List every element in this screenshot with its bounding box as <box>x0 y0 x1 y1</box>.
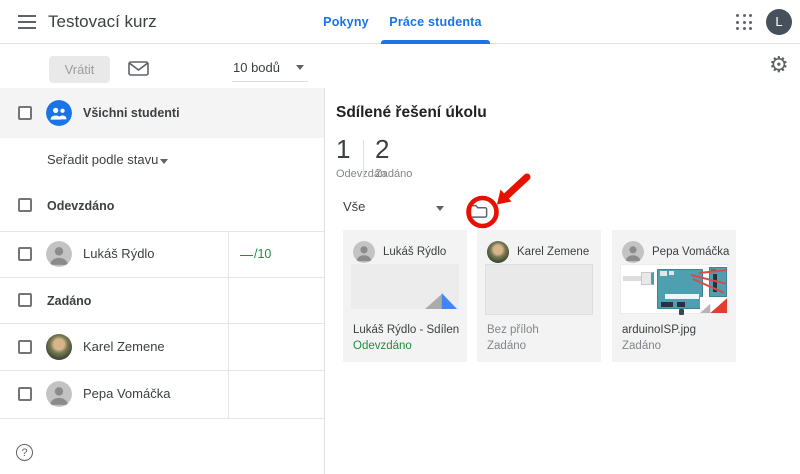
red-annotation-group <box>450 164 550 234</box>
all-students-checkbox[interactable] <box>18 106 32 120</box>
students-sidebar: Všichni studenti Seřadit podle stavu Ode… <box>0 88 325 474</box>
section-odevzdano-checkbox[interactable] <box>18 198 32 212</box>
student-name: Lukáš Rýdlo <box>83 231 155 277</box>
people-icon <box>46 100 72 126</box>
active-tab-indicator <box>381 40 490 44</box>
attachment-title: Bez příloh <box>487 324 593 336</box>
person-avatar-icon <box>46 381 72 407</box>
attachment-thumbnail[interactable] <box>620 264 728 314</box>
avatar <box>487 241 509 263</box>
attachment-title[interactable]: Lukáš Rýdlo - Sdílené … <box>353 324 459 336</box>
status-badge: Zadáno <box>487 340 526 352</box>
email-icon[interactable] <box>128 61 149 76</box>
filter-dropdown[interactable]: Vše <box>343 199 365 214</box>
student-name: Karel Zemene <box>83 323 165 370</box>
chevron-down-icon[interactable] <box>160 159 168 164</box>
section-header-zadano: Zadáno <box>47 294 91 308</box>
red-arrow-annotation <box>507 177 527 196</box>
folder-icon[interactable] <box>467 201 491 222</box>
person-avatar-icon <box>353 241 375 263</box>
student-checkbox[interactable] <box>18 387 32 401</box>
page-title: Sdílené řešení úkolu <box>336 104 487 122</box>
avatar <box>46 334 72 360</box>
tab-pokyny[interactable]: Pokyny <box>310 0 382 44</box>
return-button[interactable]: Vrátit <box>49 56 110 83</box>
gear-icon[interactable]: ⚙ <box>769 55 789 77</box>
attachment-thumbnail[interactable] <box>351 264 459 309</box>
tab-prace-studenta[interactable]: Práce studenta <box>381 0 490 44</box>
divider <box>0 418 324 419</box>
status-badge: Odevzdáno <box>353 340 412 352</box>
menu-icon[interactable] <box>18 15 36 29</box>
section-header-odevzdano: Odevzdáno <box>47 199 114 213</box>
points-dropdown[interactable]: 10 bodů <box>233 60 280 75</box>
card-student-name: Karel Zemene <box>517 246 589 258</box>
points-underline <box>232 81 308 82</box>
grade-column-divider <box>228 231 229 418</box>
top-app-bar: Testovací kurz Pokyny Práce studenta L <box>0 0 800 44</box>
person-avatar-icon <box>622 241 644 263</box>
student-work-card[interactable]: Pepa Vomáčka arduinoISP.jpg Zadáno <box>612 230 736 362</box>
divider <box>0 231 324 232</box>
doc-fold-icon <box>425 293 457 309</box>
divider <box>363 140 364 178</box>
grade-cell[interactable]: /10 <box>240 231 271 277</box>
chevron-down-icon[interactable] <box>296 65 304 70</box>
student-checkbox[interactable] <box>18 247 32 261</box>
card-student-name: Lukáš Rýdlo <box>383 246 446 258</box>
attachment-thumbnail <box>485 264 593 315</box>
section-zadano-checkbox[interactable] <box>18 293 32 307</box>
apps-grid-icon[interactable] <box>736 14 753 31</box>
help-icon[interactable]: ? <box>16 444 33 461</box>
divider <box>0 277 324 278</box>
student-name: Pepa Vomáčka <box>83 370 170 418</box>
card-student-name: Pepa Vomáčka <box>652 246 729 258</box>
student-work-card[interactable]: Karel Zemene Bez příloh Zadáno <box>477 230 601 362</box>
person-avatar-icon <box>46 241 72 267</box>
all-students-row[interactable]: Všichni studenti <box>0 88 324 138</box>
stat-assigned-value[interactable]: 2 <box>375 134 389 165</box>
sort-dropdown[interactable]: Seřadit podle stavu <box>47 152 158 167</box>
student-checkbox[interactable] <box>18 340 32 354</box>
stat-assigned-label: Zadáno <box>375 168 412 180</box>
attachment-title[interactable]: arduinoISP.jpg <box>622 324 728 336</box>
student-work-card[interactable]: Lukáš Rýdlo Lukáš Rýdlo - Sdílené … Odev… <box>343 230 467 362</box>
status-badge: Zadáno <box>622 340 661 352</box>
chevron-down-icon[interactable] <box>436 206 444 211</box>
image-fold-icon <box>700 297 727 313</box>
stat-submitted-value[interactable]: 1 <box>336 134 350 165</box>
account-avatar[interactable]: L <box>766 9 792 35</box>
all-students-label: Všichni studenti <box>83 88 180 138</box>
course-title: Testovací kurz <box>48 0 157 44</box>
